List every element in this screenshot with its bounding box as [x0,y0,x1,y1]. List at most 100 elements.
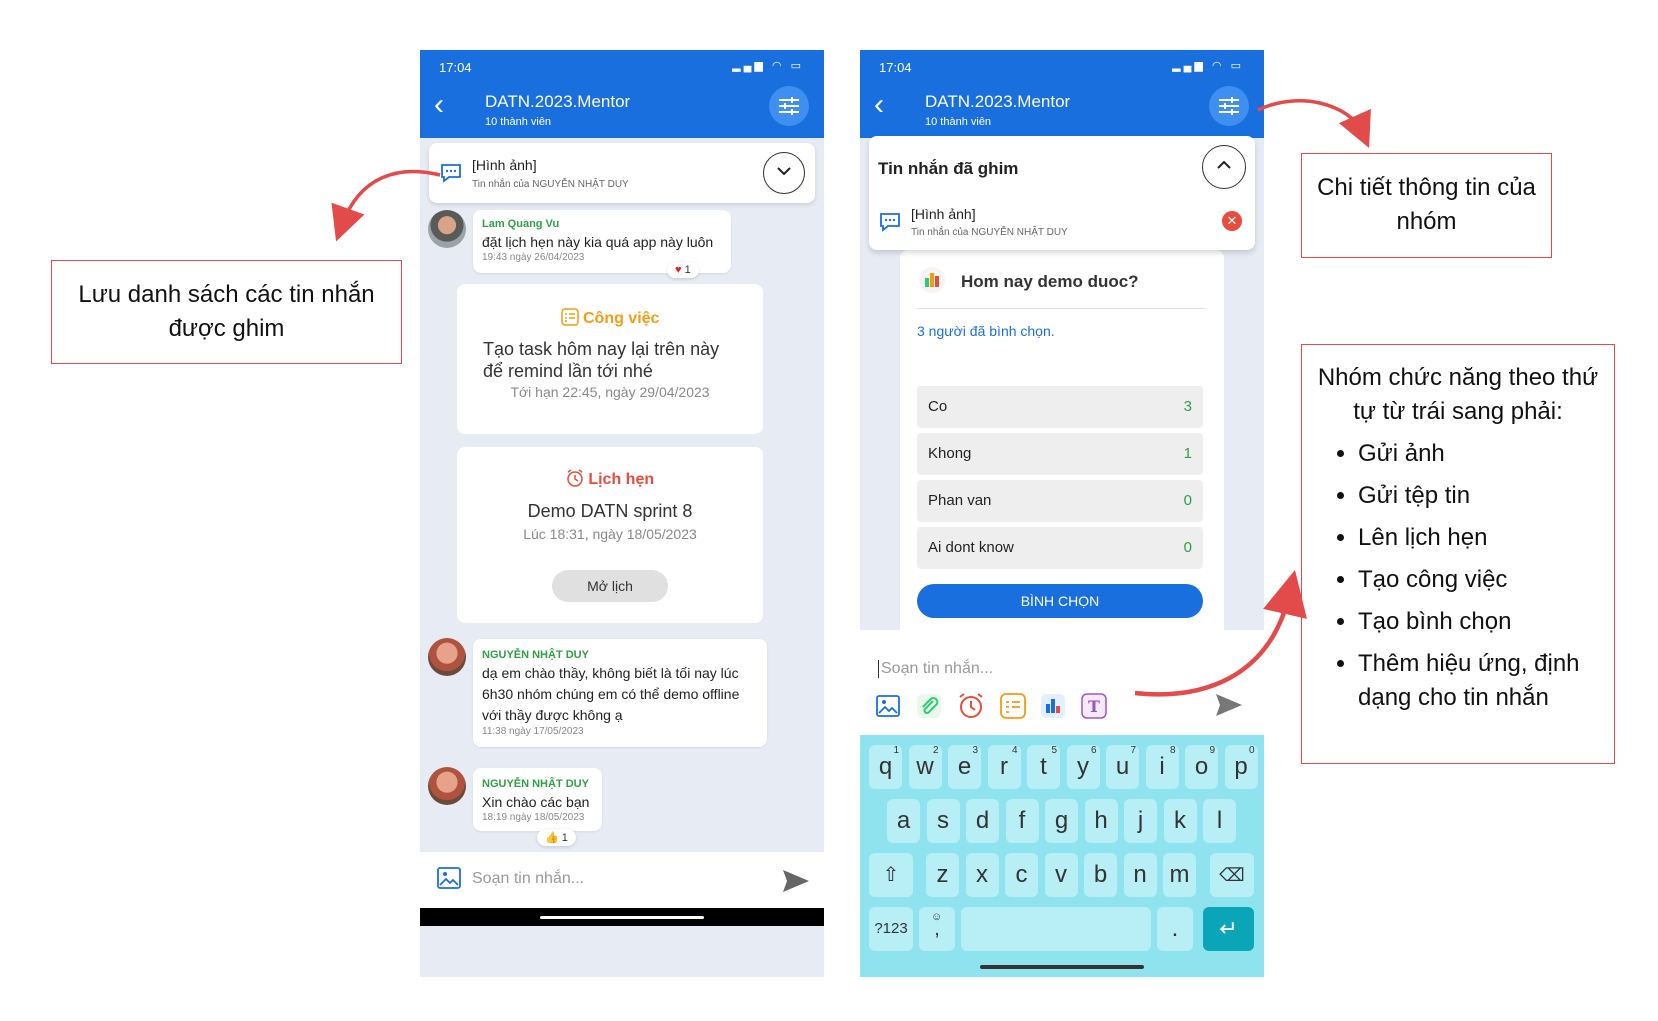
key-q[interactable]: q1 [869,745,902,789]
back-icon[interactable]: ‹ [434,90,444,120]
key-x[interactable]: x [965,853,999,897]
vote-button[interactable]: BÌNH CHỌN [917,584,1203,618]
chat-header: ‹ DATN.2023.Mentor 10 thành viên [860,82,1264,138]
composer-input[interactable]: Soạn tin nhắn... [878,660,993,678]
emoji-icon: ☺ [931,911,943,923]
home-indicator[interactable] [980,965,1144,969]
key-y[interactable]: y6 [1066,745,1100,789]
key-label: q [878,753,893,780]
enter-key[interactable]: ↵ [1203,907,1254,951]
message-bubble[interactable]: NGUYỄN NHẬT DUY dạ em chào thầy, không b… [473,639,767,747]
shift-key[interactable]: ⇧ [869,853,913,897]
chevron-down-icon [777,167,791,176]
composer-input[interactable]: Soạn tin nhắn... [472,870,584,888]
key-n[interactable]: n [1123,853,1157,897]
alarm-clock-icon[interactable] [957,692,985,720]
key-p[interactable]: p0 [1224,745,1258,789]
key-l[interactable]: l [1203,799,1236,843]
pinned-messages-panel: Tin nhắn đã ghim [Hình ảnh] Tin nhắn của… [869,136,1255,250]
message-bubble[interactable]: NGUYỄN NHẬT DUY Xin chào các bạn 18:19 n… [473,768,602,831]
pinned-message-bar[interactable]: [Hình ảnh] Tin nhắn của NGUYỄN NHẬT DUY [429,143,815,203]
send-icon[interactable] [1215,692,1243,718]
message-composer: Soạn tin nhắn... [420,852,824,908]
open-calendar-button[interactable]: Mở lịch [552,570,668,602]
chat-bubble-icon [880,213,900,232]
key-j[interactable]: j [1124,799,1157,843]
pinned-message-title: [Hình ảnh] [472,157,537,173]
key-u[interactable]: u7 [1106,745,1139,789]
poll-voter-count[interactable]: 3 người đã bình chọn. [917,323,1055,339]
key-label: u [1115,753,1130,780]
key-z[interactable]: z [926,853,959,897]
key-number-hint: 7 [1130,745,1136,756]
group-settings-button[interactable] [769,86,809,126]
pinned-message-sender: Tin nhắn của NGUYỄN NHẬT DUY [472,179,629,190]
key-b[interactable]: b [1084,853,1117,897]
avatar[interactable] [428,767,466,805]
task-list-icon[interactable] [1000,693,1026,719]
key-m[interactable]: m [1163,853,1196,897]
group-title: DATN.2023.Mentor [925,92,1071,111]
poll-option-label: Phan van [928,492,992,509]
key-s[interactable]: s [926,799,960,843]
message-sender: NGUYỄN NHẬT DUY [482,649,589,661]
poll-option-label: Co [928,398,948,415]
message-text: Xin chào các bạn [482,794,590,810]
pinned-item[interactable]: [Hình ảnh] Tin nhắn của NGUYỄN NHẬT DUY … [869,196,1255,250]
key-c[interactable]: c [1005,853,1038,897]
poll-option[interactable]: Phan van 0 [917,480,1203,522]
key-label: r [1000,753,1008,780]
thumbs-up-reaction[interactable]: 👍 1 [537,829,576,846]
key-label: p [1234,753,1248,780]
key-g[interactable]: g [1045,799,1078,843]
collapse-pinned-button[interactable] [1202,145,1246,189]
symbols-key[interactable]: ?123 [869,907,913,951]
key-o[interactable]: o9 [1185,745,1218,789]
key-e[interactable]: e3 [948,745,981,789]
event-card[interactable]: Lịch hẹn Demo DATN sprint 8 Lúc 18:31, n… [457,447,763,623]
poll-option-label: Ai dont know [928,539,1014,556]
key-v[interactable]: v [1044,853,1078,897]
send-icon[interactable] [782,868,810,894]
group-settings-button[interactable] [1209,86,1249,126]
period-key[interactable]: . [1157,907,1193,951]
arrow-group-info [1257,99,1371,148]
poll-option[interactable]: Co 3 [917,386,1203,428]
avatar[interactable] [428,638,466,676]
annotation-toolbar: Nhóm chức năng theo thứ tự từ trái sang … [1301,344,1615,764]
key-i[interactable]: i8 [1145,745,1179,789]
sliders-icon [779,97,799,115]
back-icon[interactable]: ‹ [874,90,884,120]
reaction-count: 1 [561,832,568,844]
key-number-hint: 2 [932,745,939,756]
key-d[interactable]: d [966,799,999,843]
poll-option[interactable]: Ai dont know 0 [917,527,1203,569]
space-bar[interactable] [961,907,1151,951]
unpin-close-icon[interactable]: ✕ [1222,211,1242,231]
key-h[interactable]: h [1084,799,1118,843]
comma-key[interactable]: ☺, [919,907,955,951]
expand-pinned-button[interactable] [763,152,805,194]
attachment-icon[interactable] [916,693,942,719]
annotation-item: Gửi ảnh [1358,437,1600,471]
key-f[interactable]: f [1005,799,1039,843]
image-icon[interactable] [436,865,462,891]
poll-option-label: Khong [928,445,972,462]
key-r[interactable]: r4 [987,745,1021,789]
home-indicator[interactable] [540,916,704,919]
task-card[interactable]: Công việc Tạo task hôm nay lại trên này … [457,284,763,434]
key-a[interactable]: a [887,799,920,843]
pinned-item-title: [Hình ảnh] [911,206,976,222]
poll-icon[interactable] [1040,693,1066,719]
heart-reaction[interactable]: ♥ 1 [667,262,699,278]
poll-chart-icon [919,267,945,293]
avatar[interactable] [428,210,466,248]
heart-icon: ♥ [675,264,682,276]
text-format-icon[interactable]: T [1081,693,1107,719]
poll-option[interactable]: Khong 1 [917,433,1203,475]
key-w[interactable]: w2 [908,745,942,789]
image-icon[interactable] [875,693,901,719]
backspace-key[interactable]: ⌫ [1210,853,1254,897]
key-t[interactable]: t5 [1027,745,1060,789]
key-k[interactable]: k [1163,799,1197,843]
